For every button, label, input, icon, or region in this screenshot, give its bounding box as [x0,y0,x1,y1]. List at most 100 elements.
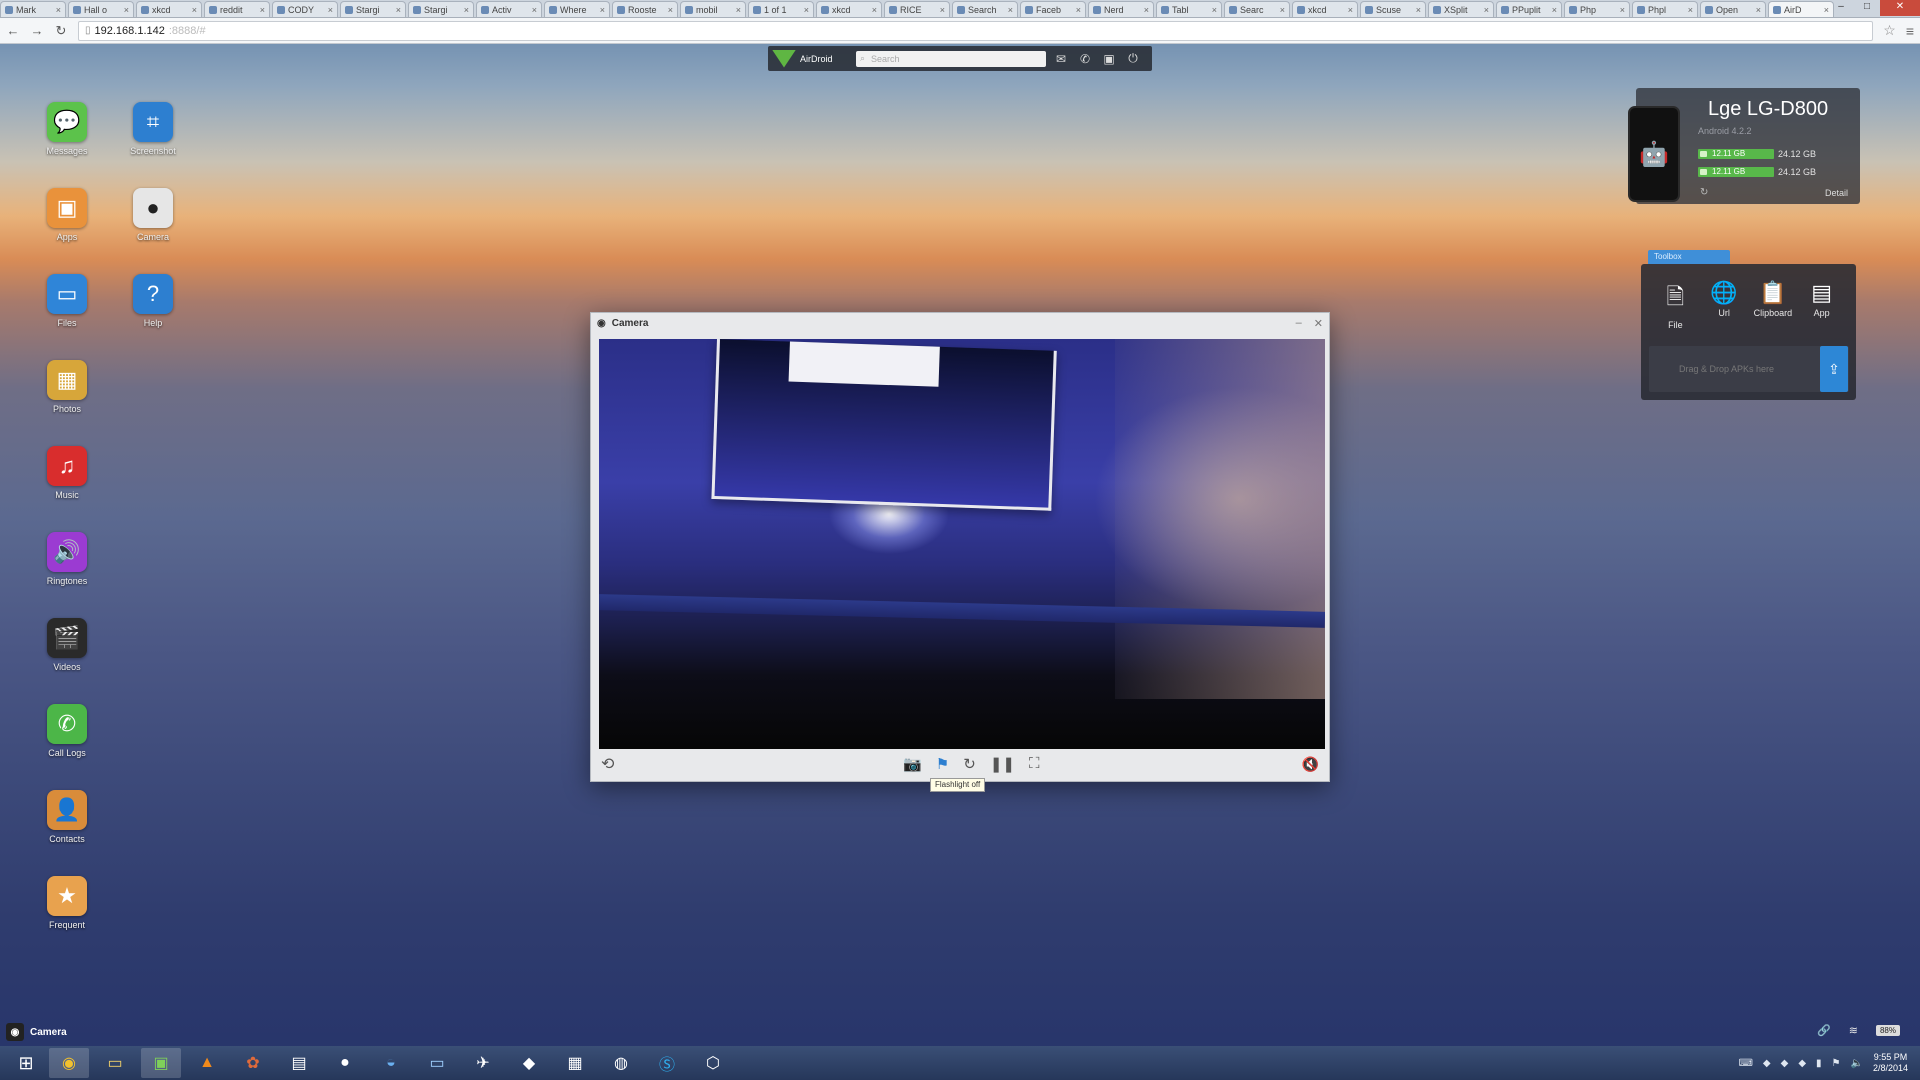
paint-icon[interactable]: ✿ [233,1048,273,1078]
tab-close-icon[interactable]: × [1212,3,1217,17]
desktop-icon-files[interactable]: ▭ Files [32,274,102,328]
monitor-icon[interactable]: ▭ [417,1048,457,1078]
browser-tab[interactable]: Hall o × [68,1,134,17]
calendar-icon[interactable]: ▦ [555,1048,595,1078]
desktop-icon-videos[interactable]: 🎬 Videos [32,618,102,672]
skype-icon[interactable]: Ⓢ [647,1048,687,1078]
tab-close-icon[interactable]: × [1552,3,1557,17]
browser-tab[interactable]: Stargi × [408,1,474,17]
desktop-icon-call-logs[interactable]: ✆ Call Logs [32,704,102,758]
desktop-icon-screenshot[interactable]: ⌗ Screenshot [118,102,188,156]
toolbox-app-button[interactable]: ▤ App [1800,280,1844,330]
camera-live-view[interactable] [599,339,1325,749]
obs-icon[interactable]: ● [325,1048,365,1078]
tab-close-icon[interactable]: × [532,3,537,17]
forward-icon[interactable]: → [30,23,44,38]
unity-icon[interactable]: ◆ [509,1048,549,1078]
bookmark-star-icon[interactable]: ☆ [1883,22,1896,39]
browser-tab[interactable]: Faceb × [1020,1,1086,17]
volume-icon[interactable]: 🔈 [1851,1058,1863,1069]
toolbox-file-button[interactable]: 🗎 File [1653,280,1697,330]
browser-tab[interactable]: Activ × [476,1,542,17]
desktop-icon-apps[interactable]: ▣ Apps [32,188,102,242]
browser-tab[interactable]: RICE × [884,1,950,17]
power-icon[interactable]: ⏻ [1124,51,1142,66]
tab-close-icon[interactable]: × [872,3,877,17]
file-explorer-icon[interactable]: ▭ [95,1048,135,1078]
tray-app-icon[interactable]: ◆ [1798,1058,1806,1069]
browser-tab[interactable]: AirD × [1768,1,1834,17]
tab-close-icon[interactable]: × [1756,3,1761,17]
tab-close-icon[interactable]: × [1416,3,1421,17]
close-icon[interactable]: ✕ [1314,317,1323,330]
toolbox-tab[interactable]: Toolbox [1648,250,1730,264]
cube-icon[interactable]: ⬡ [693,1048,733,1078]
install-apk-button[interactable]: ⇪ [1820,346,1848,392]
toolbox-clipboard-button[interactable]: 📋 Clipboard [1751,280,1795,330]
audio-icon[interactable]: 🔇 [1302,756,1319,773]
browser-tab[interactable]: Mark × [0,1,66,17]
browser-tab[interactable]: 1 of 1 × [748,1,814,17]
minimized-camera-tab[interactable]: ◉ Camera [6,1022,67,1042]
messages-icon[interactable]: ✉ [1052,52,1070,66]
phone-icon[interactable]: ✆ [1076,52,1094,66]
tab-close-icon[interactable]: × [940,3,945,17]
maximize-window-button[interactable]: □ [1854,0,1880,16]
desktop-icon-photos[interactable]: ▦ Photos [32,360,102,414]
apk-drop-zone[interactable]: Drag & Drop APKs here [1649,346,1849,392]
browser-menu-icon[interactable]: ≡ [1906,23,1914,39]
flashlight-icon[interactable]: ⚑ [936,755,949,773]
toolbox-url-button[interactable]: 🌐 Url [1702,280,1746,330]
browser-tab[interactable]: Php × [1564,1,1630,17]
browser-tab[interactable]: Searc × [1224,1,1290,17]
tab-close-icon[interactable]: × [124,3,129,17]
tab-close-icon[interactable]: × [56,3,61,17]
tab-close-icon[interactable]: × [1008,3,1013,17]
vlc-icon[interactable]: ▲ [187,1048,227,1078]
desktop-icon-camera[interactable]: ● Camera [118,188,188,242]
tray-app-icon[interactable]: ◆ [1763,1058,1771,1069]
keyboard-icon[interactable]: ⌨ [1738,1058,1752,1069]
airdroid-taskbar-icon[interactable]: ▣ [141,1048,181,1078]
detail-link[interactable]: Detail [1825,188,1848,198]
back-icon[interactable]: ← [6,23,20,38]
browser-tab[interactable]: xkcd × [816,1,882,17]
desktop-icon-contacts[interactable]: 👤 Contacts [32,790,102,844]
browser-tab[interactable]: Nerd × [1088,1,1154,17]
user-icon[interactable]: ◍ [601,1048,641,1078]
game-icon[interactable]: ✈ [463,1048,503,1078]
desktop-icon-music[interactable]: ♫ Music [32,446,102,500]
browser-tab[interactable]: mobil × [680,1,746,17]
tab-close-icon[interactable]: × [396,3,401,17]
chrome-icon[interactable]: ◉ [49,1048,89,1078]
browser-tab[interactable]: Tabl × [1156,1,1222,17]
flag-icon[interactable]: ⚑ [1832,1058,1841,1069]
minimize-window-button[interactable]: – [1828,0,1854,16]
reload-icon[interactable]: ↻ [54,23,68,39]
tab-close-icon[interactable]: × [192,3,197,17]
network-icon[interactable]: ▮ [1816,1058,1822,1069]
tab-close-icon[interactable]: × [1688,3,1693,17]
tab-close-icon[interactable]: × [464,3,469,17]
windows-start-icon[interactable]: ⊞ [6,1053,46,1074]
browser-tab[interactable]: Scuse × [1360,1,1426,17]
browser-tab[interactable]: xkcd × [1292,1,1358,17]
browser-tab[interactable]: Rooste × [612,1,678,17]
desktop-icon-ringtones[interactable]: 🔊 Ringtones [32,532,102,586]
pause-icon[interactable]: ❚❚ [990,755,1015,773]
tab-close-icon[interactable]: × [736,3,741,17]
browser-tab[interactable]: Open × [1700,1,1766,17]
browser-tab[interactable]: reddit × [204,1,270,17]
notepad-icon[interactable]: ▤ [279,1048,319,1078]
browser-tab[interactable]: Phpl × [1632,1,1698,17]
tab-close-icon[interactable]: × [260,3,265,17]
contacts-icon[interactable]: ▣ [1100,52,1118,66]
close-window-button[interactable]: ✕ [1880,0,1920,16]
browser-tab[interactable]: Where × [544,1,610,17]
rotate-icon[interactable]: ↻ [963,755,976,773]
desktop-icon-messages[interactable]: 💬 Messages [32,102,102,156]
tab-close-icon[interactable]: × [804,3,809,17]
tab-close-icon[interactable]: × [1076,3,1081,17]
take-photo-icon[interactable]: 📷 [903,755,922,773]
tab-close-icon[interactable]: × [668,3,673,17]
